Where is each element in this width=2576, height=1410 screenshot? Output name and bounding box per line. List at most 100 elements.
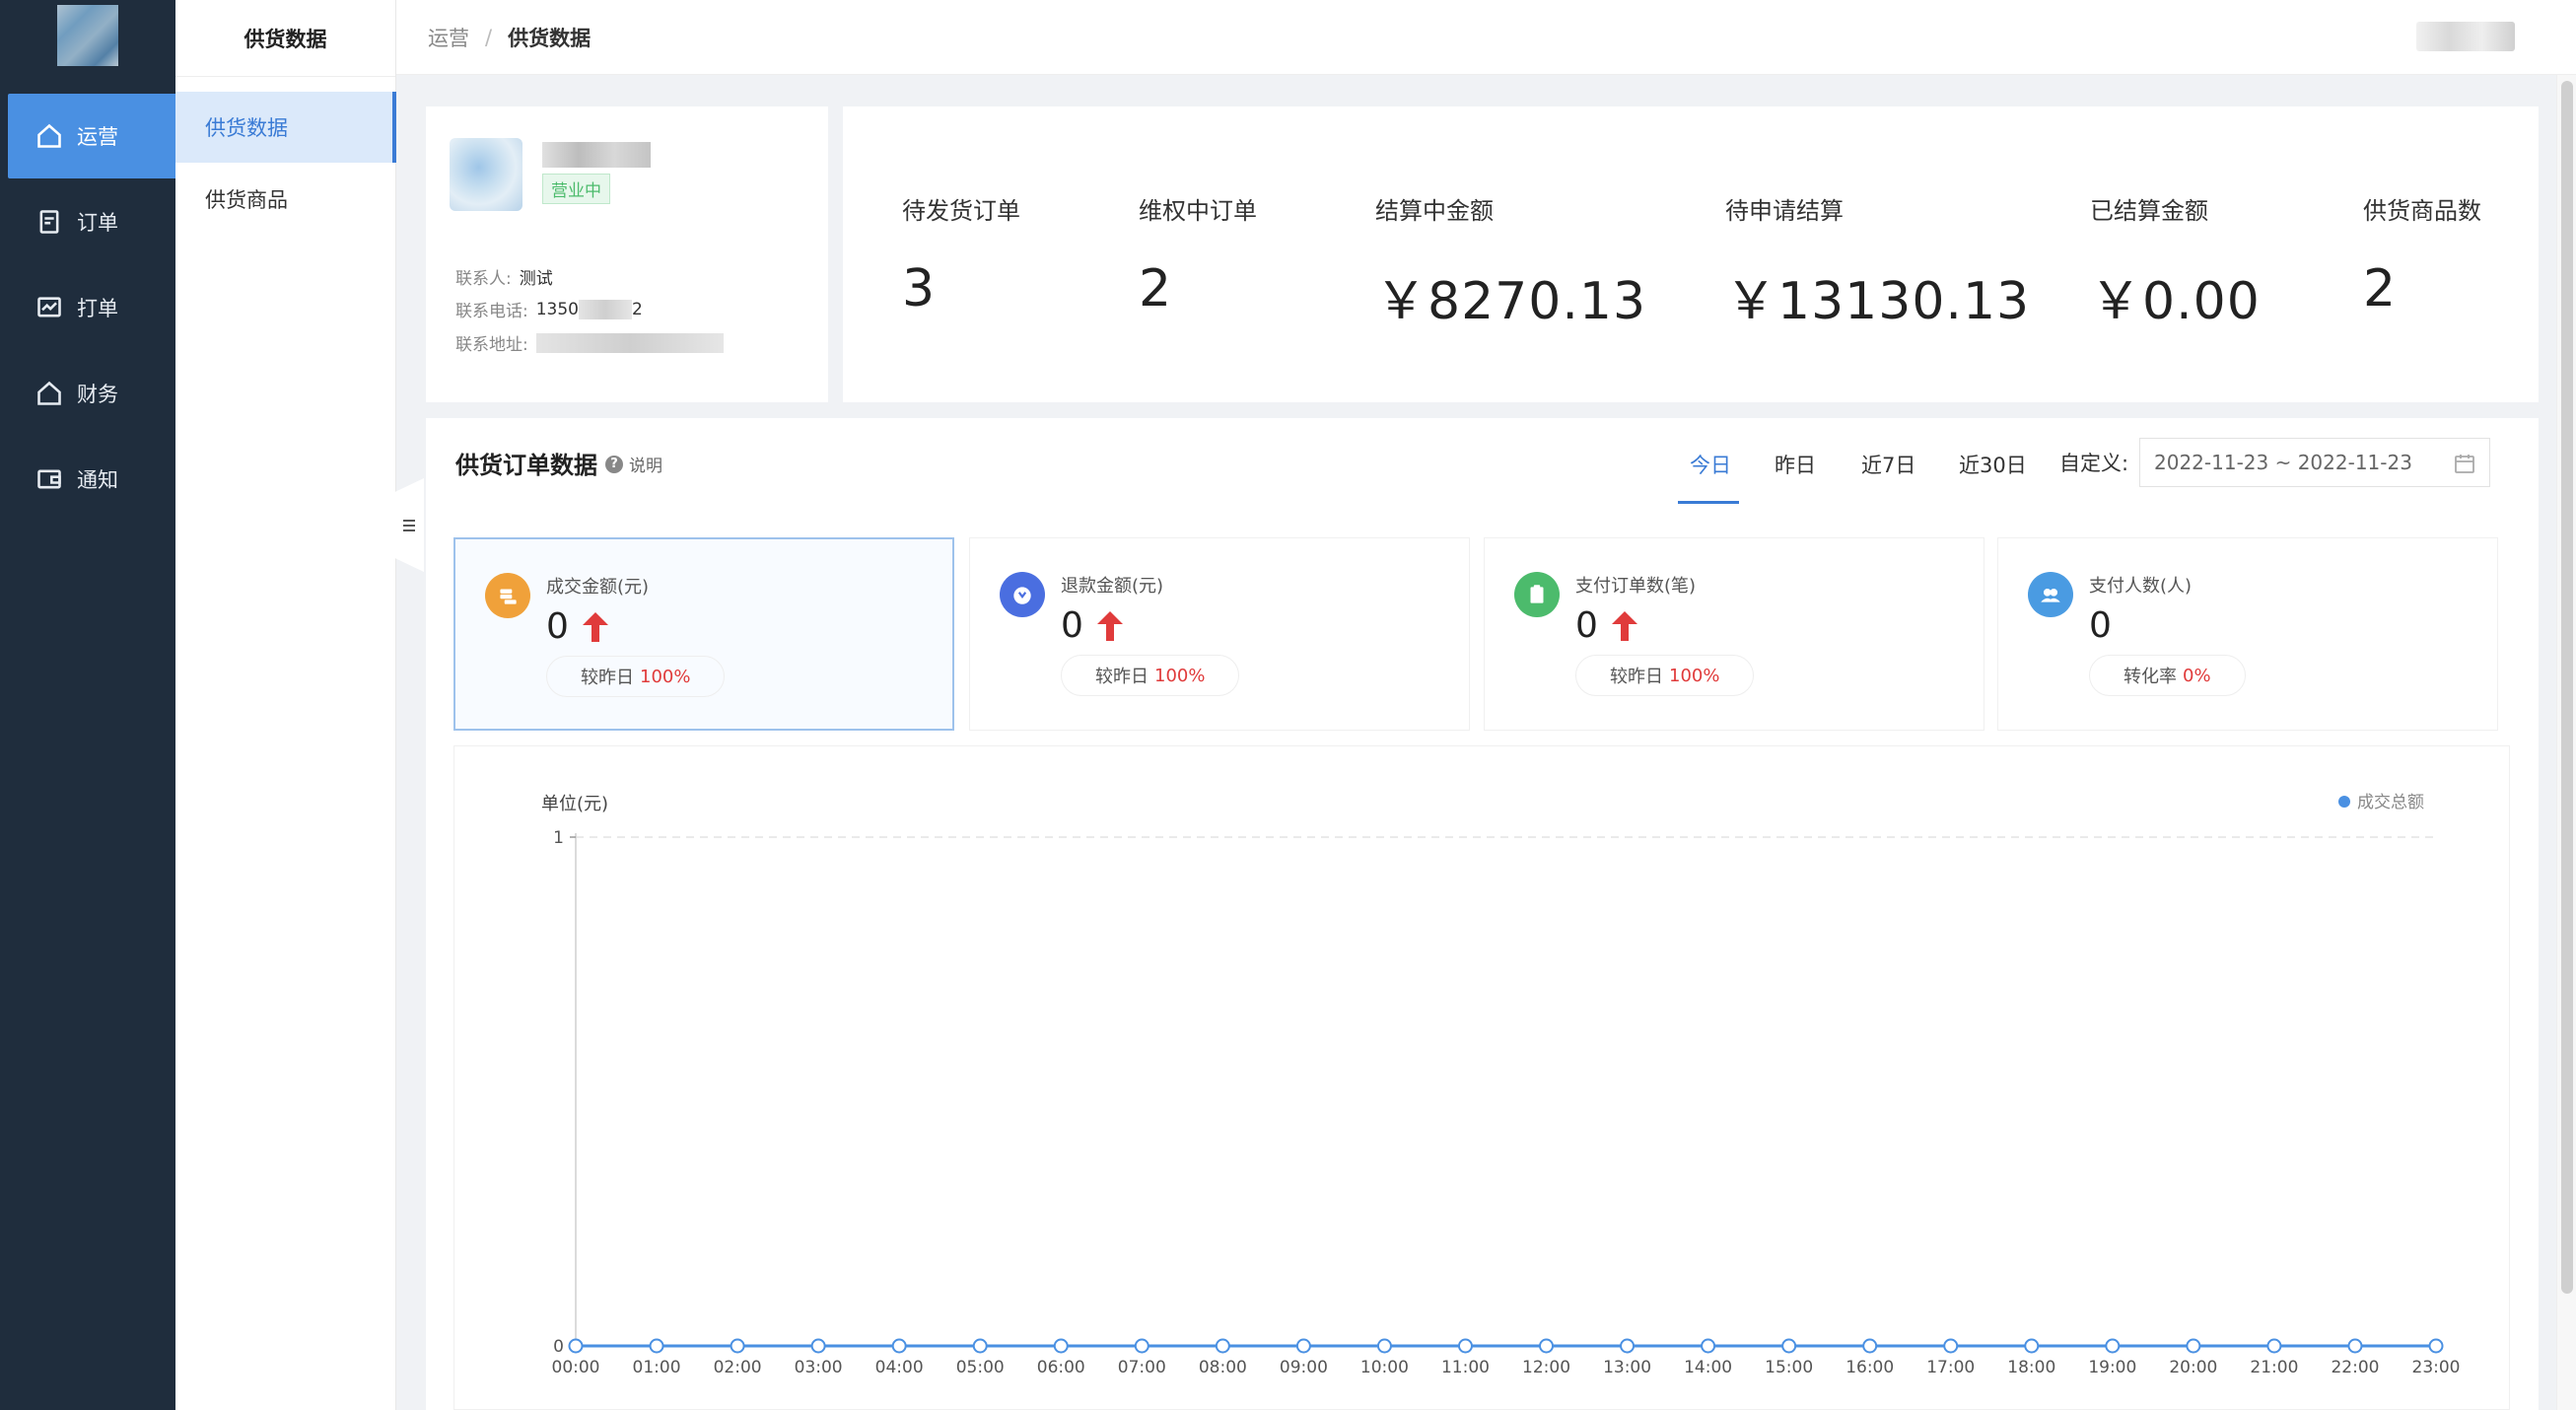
orders-title: 供货订单数据 — [455, 452, 597, 479]
data-point — [1701, 1338, 1716, 1354]
scrollbar-thumb[interactable] — [2561, 81, 2573, 1294]
sub-sidebar: 供货数据 供货数据 供货商品 — [175, 0, 396, 1410]
date-range-picker[interactable]: 2022-11-23 ~ 2022-11-23 — [2139, 438, 2490, 487]
trend-up-arrow-icon — [1096, 610, 1123, 641]
metric-compare-label: 较昨日 — [581, 668, 634, 688]
stat-settling-amount[interactable]: 结算中金额 ￥8270.13 — [1375, 191, 1646, 333]
x-tick-label: 21:00 — [2250, 1358, 2298, 1377]
x-tick-label: 04:00 — [875, 1358, 924, 1377]
help-link[interactable]: ? 说明 — [605, 452, 662, 476]
data-point — [2186, 1338, 2201, 1354]
nav-item-operations[interactable]: 运营 — [8, 94, 175, 178]
help-label: 说明 — [629, 457, 662, 476]
data-point — [2024, 1338, 2040, 1354]
x-tick-label: 08:00 — [1199, 1358, 1247, 1377]
x-tick-label: 18:00 — [2007, 1358, 2055, 1377]
data-point — [891, 1338, 907, 1354]
nav-item-finance[interactable]: 财务 — [8, 351, 175, 436]
data-point — [568, 1338, 584, 1354]
metric-compare-pill: 较昨日 100% — [546, 656, 726, 697]
contact-row: 联系人: 测试 — [455, 264, 553, 289]
metric-card-deal-amount[interactable]: 成交金额(元) 0 较昨日 100% — [453, 537, 954, 731]
nav-item-print[interactable]: 打单 — [8, 265, 175, 350]
data-point — [1053, 1338, 1069, 1354]
sub-item-supply-data[interactable]: 供货数据 — [175, 92, 396, 163]
stat-dispute-orders[interactable]: 维权中订单 2 — [1139, 191, 1257, 318]
refund-icon — [1000, 572, 1045, 617]
metric-card-paid-orders[interactable]: 支付订单数(笔) 0 较昨日 100% — [1484, 537, 1984, 731]
stat-value: ￥8270.13 — [1375, 272, 1647, 331]
metric-card-refund-amount[interactable]: 退款金额(元) 0 较昨日 100% — [969, 537, 1470, 731]
data-point — [1862, 1338, 1878, 1354]
phone-blurred — [579, 299, 632, 319]
y-tick-label: 1 — [553, 828, 564, 848]
breadcrumb-parent[interactable]: 运营 — [428, 23, 469, 52]
phone-row: 联系电话: 1350 2 — [455, 297, 643, 321]
collapse-icon — [403, 519, 415, 531]
store-avatar — [450, 138, 522, 211]
breadcrumb-current: 供货数据 — [508, 26, 592, 50]
stat-label: 维权中订单 — [1139, 197, 1257, 225]
data-point — [649, 1338, 664, 1354]
question-icon: ? — [605, 455, 623, 473]
metric-compare-pill: 转化率 0% — [2089, 655, 2246, 696]
x-tick-label: 00:00 — [552, 1358, 600, 1377]
store-status-badge: 营业中 — [542, 174, 610, 204]
store-card: 营业中 联系人: 测试 联系电话: 1350 2 联系地址: — [426, 106, 828, 402]
data-point — [1781, 1338, 1797, 1354]
tab-today[interactable]: 今日 — [1690, 450, 1731, 479]
x-tick-label: 15:00 — [1765, 1358, 1813, 1377]
y-tick-label: 0 — [553, 1337, 564, 1357]
stat-pending-shipment[interactable]: 待发货订单 3 — [902, 191, 1020, 318]
metric-compare-value: 0% — [2183, 665, 2211, 686]
metric-value-row: 0 — [1575, 605, 1637, 646]
stat-value: 2 — [1139, 259, 1173, 318]
x-tick-label: 06:00 — [1037, 1358, 1085, 1377]
metric-value: 0 — [2089, 605, 2112, 646]
stat-supply-goods-count[interactable]: 供货商品数 2 — [2363, 191, 2481, 318]
stat-value: 2 — [2363, 259, 2398, 318]
tab-30days[interactable]: 近30日 — [1959, 450, 2027, 479]
stat-label: 待发货订单 — [902, 197, 1020, 225]
nav-item-label: 运营 — [77, 125, 118, 149]
x-tick-label: 16:00 — [1845, 1358, 1894, 1377]
x-tick-label: 07:00 — [1118, 1358, 1166, 1377]
address-label: 联系地址: — [455, 335, 528, 355]
data-point — [2105, 1338, 2121, 1354]
metric-compare-pill: 较昨日 100% — [1575, 655, 1755, 696]
stat-settled-amount[interactable]: 已结算金额 ￥0.00 — [2090, 191, 2261, 333]
trend-up-arrow-icon — [1611, 610, 1637, 641]
stat-label: 待申请结算 — [1725, 197, 1844, 225]
metric-label: 支付人数(人) — [2089, 576, 2193, 597]
contact-label: 联系人: — [455, 269, 512, 289]
stat-label: 已结算金额 — [2090, 197, 2208, 225]
data-point — [1943, 1338, 1959, 1354]
data-point — [1376, 1338, 1392, 1354]
nav-item-orders[interactable]: 订单 — [8, 179, 175, 264]
sub-item-supply-goods[interactable]: 供货商品 — [175, 164, 396, 235]
coins-icon — [485, 573, 530, 618]
notice-icon — [37, 469, 61, 489]
legend-marker — [2338, 796, 2350, 808]
x-tick-label: 05:00 — [956, 1358, 1005, 1377]
x-tick-label: 14:00 — [1684, 1358, 1732, 1377]
stat-label: 供货商品数 — [2363, 197, 2481, 225]
tab-7days[interactable]: 近7日 — [1861, 450, 1915, 479]
data-point — [730, 1338, 745, 1354]
page-scrollbar[interactable] — [2556, 75, 2576, 1410]
sub-item-label: 供货商品 — [205, 188, 288, 212]
app-logo — [57, 5, 118, 66]
main-sidebar: 运营 订单 打单 财务 通知 — [0, 0, 175, 1410]
tab-yesterday[interactable]: 昨日 — [1775, 450, 1816, 479]
store-name-blurred — [542, 142, 651, 168]
metric-card-paying-users[interactable]: 支付人数(人) 0 转化率 0% — [1997, 537, 2498, 731]
data-point — [1134, 1338, 1149, 1354]
phone-suffix: 2 — [632, 299, 643, 319]
stat-value: ￥0.00 — [2090, 272, 2261, 331]
sub-item-label: 供货数据 — [205, 116, 288, 140]
stat-pending-settlement[interactable]: 待申请结算 ￥13130.13 — [1725, 191, 2030, 333]
sidebar-collapse-handle[interactable] — [394, 478, 424, 572]
user-avatar[interactable] — [2416, 22, 2515, 51]
nav-item-notice[interactable]: 通知 — [8, 437, 175, 522]
nav-item-label: 打单 — [77, 297, 118, 320]
